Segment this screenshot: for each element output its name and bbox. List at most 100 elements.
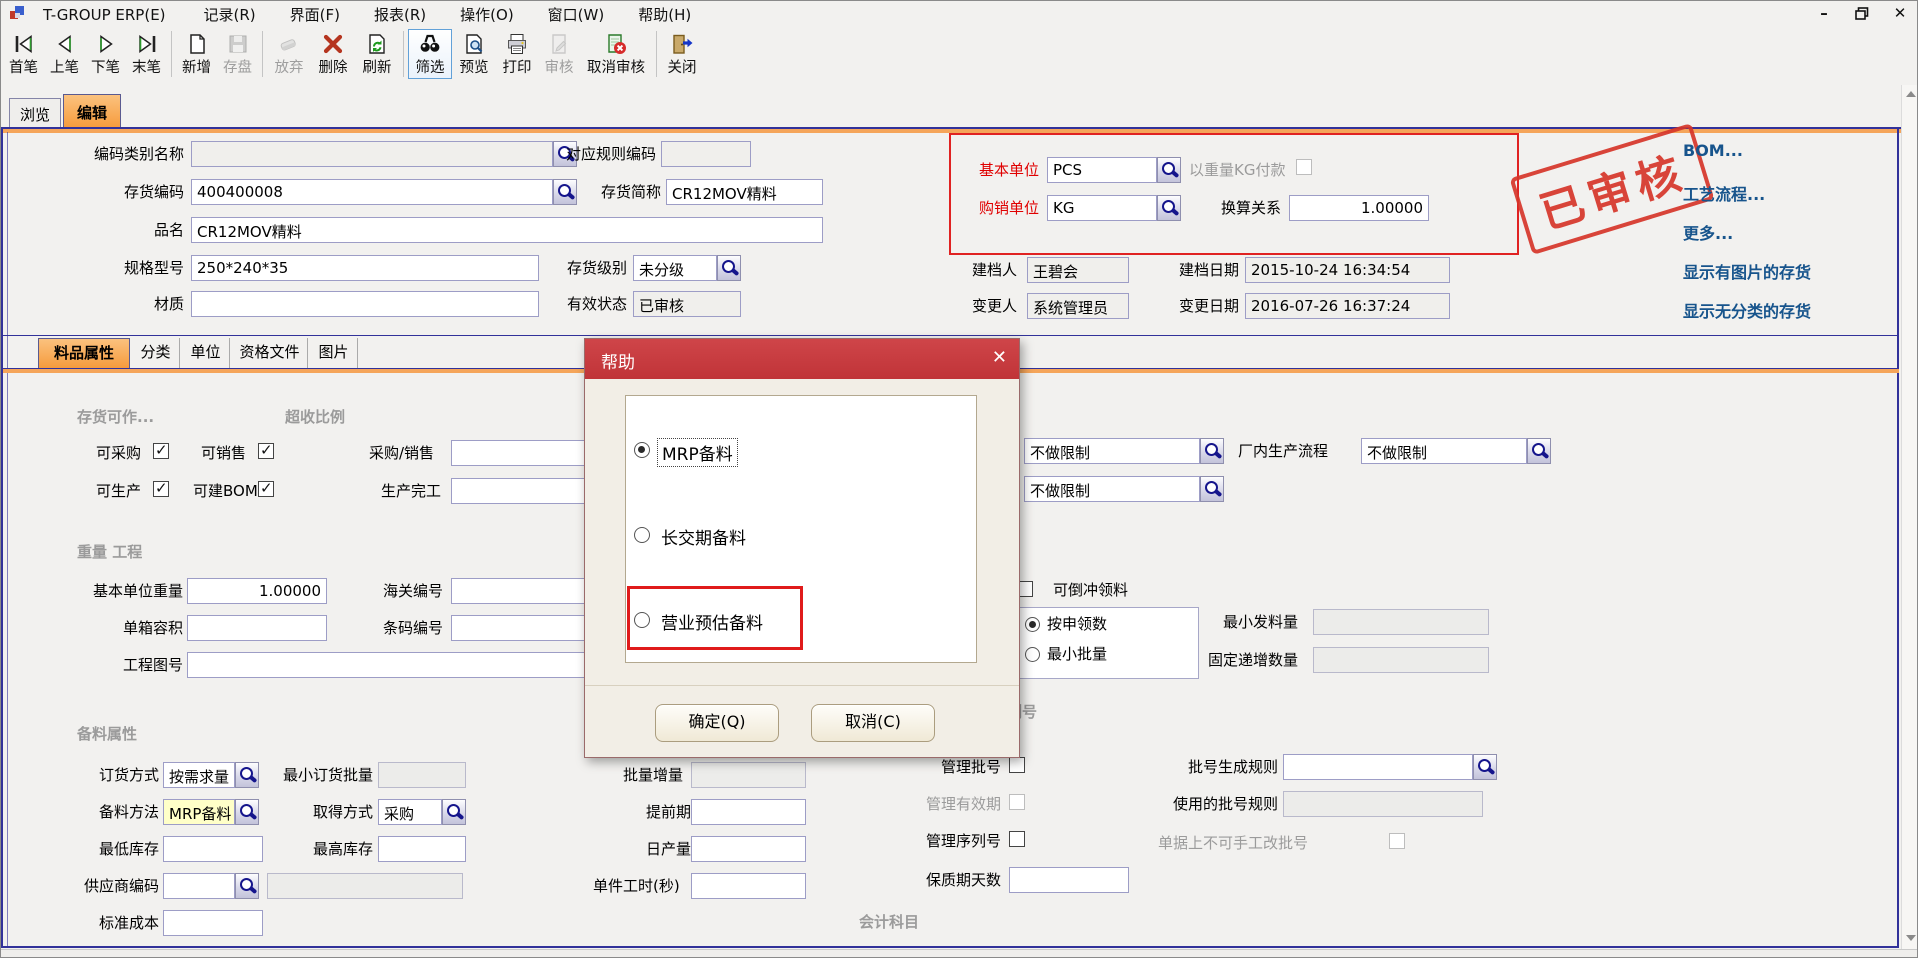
base-unit-field[interactable]: PCS	[1047, 157, 1157, 183]
menu-item-window[interactable]: 窗口(W)	[538, 2, 615, 27]
tab-item-attributes[interactable]: 料品属性	[38, 338, 130, 368]
add-button[interactable]: 新增	[176, 29, 217, 79]
trade-unit-field[interactable]: KG	[1047, 195, 1157, 221]
mgmt-serial-checkbox[interactable]	[1009, 831, 1025, 847]
lookup-icon[interactable]	[1157, 195, 1181, 221]
batch-rule-field[interactable]	[1283, 754, 1473, 780]
next-record-button[interactable]: 下笔	[85, 29, 126, 79]
option-long-lead-radio[interactable]	[634, 527, 650, 543]
tab-qualification[interactable]: 资格文件	[232, 338, 308, 368]
lookup-icon[interactable]	[1527, 438, 1551, 464]
option-mrp-label[interactable]: MRP备料	[657, 438, 738, 467]
can-bom-checkbox[interactable]	[258, 481, 274, 497]
std-cost-field[interactable]	[163, 910, 263, 936]
lookup-icon[interactable]	[1157, 157, 1181, 183]
mgmt-valid-checkbox[interactable]	[1009, 794, 1025, 810]
unit-time-field[interactable]	[691, 873, 806, 899]
restore-icon[interactable]	[1851, 3, 1873, 23]
lead-time-field[interactable]	[691, 799, 806, 825]
option-long-lead-label[interactable]: 长交期备料	[661, 524, 746, 549]
scroll-up-icon[interactable]	[1906, 91, 1916, 97]
menu-item-record[interactable]: 记录(R)	[194, 2, 266, 27]
by-request-radio[interactable]	[1025, 617, 1040, 632]
menu-item-report[interactable]: 报表(R)	[364, 2, 436, 27]
inv-level-field[interactable]: 未分级	[633, 255, 717, 281]
inv-short-field[interactable]: CR12MOV精料	[666, 179, 823, 205]
refresh-button[interactable]: 刷新	[355, 29, 399, 79]
link-show-with-image[interactable]: 显示有图片的存货	[1683, 259, 1811, 283]
menu-item-interface[interactable]: 界面(F)	[280, 2, 350, 27]
tab-classification[interactable]: 分类	[132, 338, 180, 368]
lookup-icon[interactable]	[235, 799, 259, 825]
can-buy-checkbox[interactable]	[153, 443, 169, 459]
min-batch-radio[interactable]	[1025, 647, 1040, 662]
box-volume-field[interactable]	[187, 615, 327, 641]
spec-field[interactable]: 250*240*35	[191, 255, 539, 281]
mgmt-batch-checkbox[interactable]	[1009, 757, 1025, 773]
supplier-code-field[interactable]	[163, 873, 235, 899]
batch-inc-field[interactable]	[691, 762, 806, 788]
preview-button[interactable]: 预览	[452, 29, 496, 79]
code-category-field[interactable]	[191, 141, 553, 167]
filter-button[interactable]: 筛选	[408, 29, 452, 79]
dialog-close-icon[interactable]: ✕	[992, 347, 1007, 368]
limit-b-field[interactable]: 不做限制	[1024, 476, 1200, 502]
cancel-button[interactable]: 取消(C)	[811, 704, 935, 742]
close-icon[interactable]: ✕	[1889, 3, 1911, 23]
lookup-icon[interactable]	[442, 799, 466, 825]
link-show-unclassified[interactable]: 显示无分类的存货	[1683, 298, 1811, 322]
scroll-down-icon[interactable]	[1906, 935, 1916, 941]
daily-output-field[interactable]	[691, 836, 806, 862]
material-field[interactable]	[191, 291, 539, 317]
tab-units[interactable]: 单位	[182, 338, 230, 368]
link-bom[interactable]: BOM...	[1683, 141, 1743, 160]
pay-by-kg-checkbox[interactable]	[1296, 159, 1312, 175]
option-mrp-radio[interactable]	[634, 442, 650, 458]
tab-edit[interactable]: 编辑	[63, 94, 121, 127]
rule-code-field[interactable]	[661, 141, 751, 167]
ok-button[interactable]: 确定(Q)	[655, 704, 779, 742]
dialog-title-bar[interactable]: 帮助	[585, 339, 1019, 379]
no-manual-batch-checkbox[interactable]	[1389, 833, 1405, 849]
order-mode-field[interactable]: 按需求量	[163, 762, 235, 788]
limit-a-field[interactable]: 不做限制	[1024, 438, 1200, 464]
lookup-icon[interactable]	[235, 762, 259, 788]
vertical-scrollbar[interactable]	[1901, 85, 1918, 949]
lookup-icon[interactable]	[717, 255, 741, 281]
fixed-inc-field[interactable]	[1313, 647, 1489, 673]
lookup-icon[interactable]	[1200, 476, 1224, 502]
menu-item-operate[interactable]: 操作(O)	[450, 2, 524, 27]
close-window-button[interactable]: 关闭	[661, 29, 703, 79]
inv-code-field[interactable]: 400400008	[191, 179, 553, 205]
link-process-flow[interactable]: 工艺流程...	[1683, 181, 1765, 205]
shelf-days-field[interactable]	[1009, 867, 1129, 893]
last-record-button[interactable]: 末笔	[126, 29, 167, 79]
lookup-icon[interactable]	[1200, 438, 1224, 464]
can-make-checkbox[interactable]	[153, 481, 169, 497]
drawing-no-field[interactable]	[187, 652, 587, 678]
lookup-icon[interactable]	[553, 179, 577, 205]
tab-browse[interactable]: 浏览	[9, 98, 61, 127]
lookup-icon[interactable]	[1473, 754, 1497, 780]
save-button[interactable]: 存盘	[217, 29, 258, 79]
lookup-icon[interactable]	[235, 873, 259, 899]
min-stock-field[interactable]	[163, 836, 263, 862]
menu-app-title[interactable]: T-GROUP ERP(E)	[33, 4, 176, 26]
min-order-field[interactable]	[378, 762, 466, 788]
prod-name-field[interactable]: CR12MOV精料	[191, 217, 823, 243]
audit-button[interactable]: 审核	[538, 29, 580, 79]
acquire-mode-field[interactable]: 采购	[378, 799, 442, 825]
delete-button[interactable]: 删除	[311, 29, 355, 79]
print-button[interactable]: 打印	[496, 29, 538, 79]
conv-ratio-field[interactable]: 1.00000	[1289, 195, 1429, 221]
discard-button[interactable]: 放弃	[267, 29, 311, 79]
min-issue-field[interactable]	[1313, 609, 1489, 635]
minimize-icon[interactable]: –	[1813, 3, 1835, 23]
link-more[interactable]: 更多...	[1683, 220, 1733, 244]
prev-record-button[interactable]: 上笔	[44, 29, 85, 79]
base-weight-field[interactable]: 1.00000	[187, 578, 327, 604]
can-sell-checkbox[interactable]	[258, 443, 274, 459]
tab-image[interactable]: 图片	[310, 338, 358, 368]
factory-flow-field[interactable]: 不做限制	[1361, 438, 1527, 464]
prep-method-field[interactable]: MRP备料	[163, 799, 235, 825]
